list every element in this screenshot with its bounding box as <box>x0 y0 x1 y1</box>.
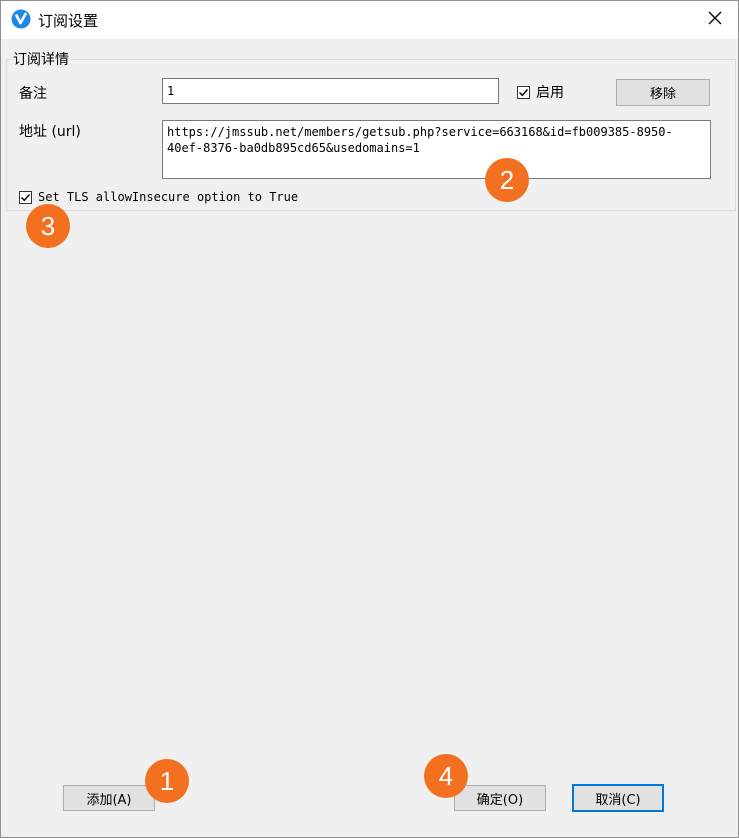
url-label: 地址 (url) <box>19 124 81 140</box>
check-icon <box>519 88 529 96</box>
ok-button[interactable]: 确定(O) <box>454 785 546 811</box>
tls-checkbox-row[interactable]: Set TLS allowInsecure option to True <box>19 190 298 204</box>
add-button[interactable]: 添加(A) <box>63 785 155 811</box>
remove-button[interactable]: 移除 <box>616 79 710 106</box>
tls-label: Set TLS allowInsecure option to True <box>38 190 299 204</box>
remark-label: 备注 <box>19 86 47 102</box>
enable-checkbox-row[interactable]: 启用 <box>517 82 564 102</box>
title-bar: 订阅设置 <box>1 1 738 39</box>
enable-label: 启用 <box>536 85 564 101</box>
enable-checkbox[interactable] <box>517 85 530 99</box>
close-button[interactable] <box>692 1 738 39</box>
step-badge-4: 4 <box>424 754 468 798</box>
tls-checkbox[interactable] <box>19 190 32 204</box>
check-icon <box>21 193 31 201</box>
group-title: 订阅详情 <box>11 49 71 69</box>
url-input[interactable]: https://jmssub.net/members/getsub.php?se… <box>162 120 711 179</box>
v2ray-icon <box>11 9 31 29</box>
close-icon <box>708 11 722 29</box>
remark-input[interactable] <box>162 78 499 104</box>
dialog-window: 订阅设置 订阅详情 备注 启用 移除 地址 (url) https://jmss… <box>0 0 739 838</box>
window-title: 订阅设置 <box>38 12 99 30</box>
cancel-button[interactable]: 取消(C) <box>572 784 664 812</box>
step-badge-2: 2 <box>485 158 529 202</box>
step-badge-3: 3 <box>26 204 70 248</box>
step-badge-1: 1 <box>145 759 189 803</box>
